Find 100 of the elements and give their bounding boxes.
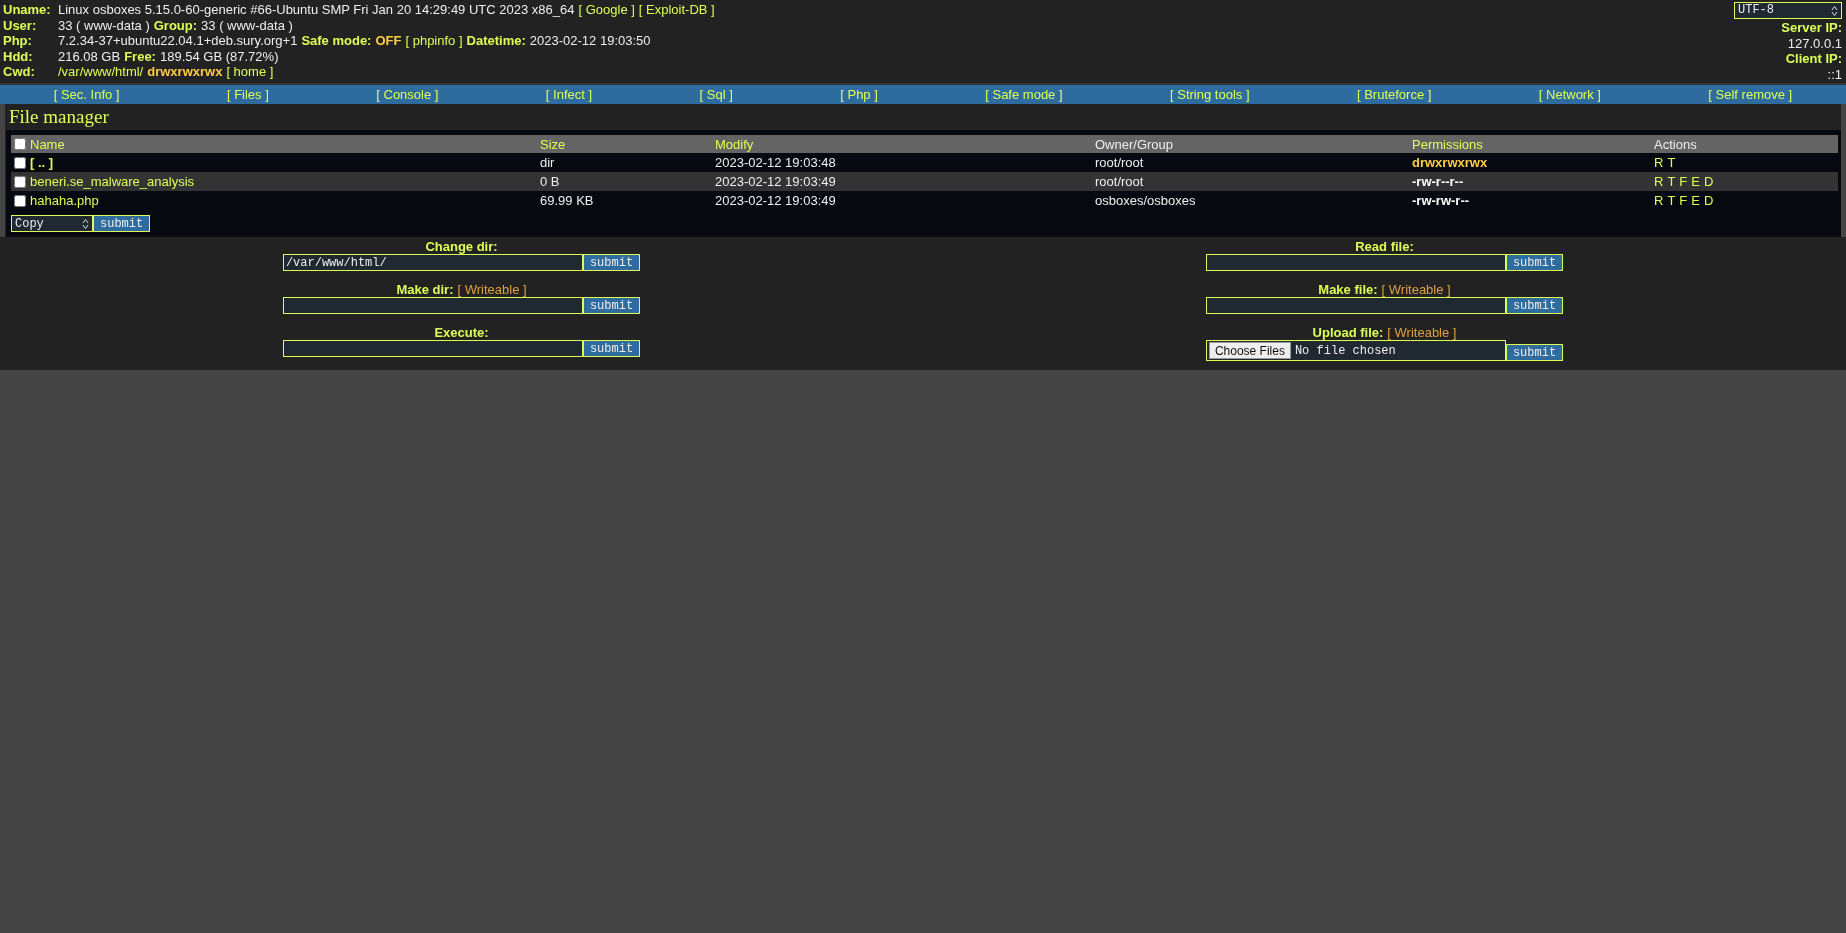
action-link[interactable]: E (1691, 193, 1700, 208)
nav-link[interactable]: [ Sql ] (699, 87, 733, 102)
row-checkbox[interactable] (14, 156, 26, 169)
submit-button[interactable]: submit (582, 254, 641, 271)
info-link[interactable]: [ Google ] (578, 2, 635, 18)
text-field[interactable] (282, 340, 583, 357)
info-link[interactable]: [ Exploit-DB ] (638, 2, 715, 18)
action-select[interactable]: Copy (11, 215, 93, 232)
nav-link[interactable]: [ Console ] (376, 87, 439, 102)
nav-link[interactable]: [ Infect ] (545, 87, 593, 102)
action-link[interactable]: D (1703, 193, 1714, 208)
nav-link[interactable]: [ Bruteforce ] (1356, 87, 1432, 102)
server-ip-value: 127.0.0.1 (1787, 35, 1842, 51)
nav-link[interactable]: [ Safe mode ] (985, 87, 1063, 102)
permission-string[interactable]: -rw-rw-r-- (1412, 193, 1470, 208)
text-field[interactable] (1205, 297, 1506, 314)
info-label: Group: (153, 17, 198, 33)
form-label: Execute: (434, 326, 489, 340)
file-status-text: No file chosen (1294, 343, 1396, 358)
info-value: 189.54 GB (87.72%) (159, 48, 279, 64)
row-checkbox[interactable] (14, 175, 26, 188)
up-down-arrow-icon (1831, 4, 1838, 17)
form-label: Make dir: (396, 283, 454, 297)
info-value: 2023-02-12 19:03:50 (529, 33, 651, 49)
form-label: Make file: (1318, 283, 1378, 297)
info-label: Safe mode: (301, 33, 372, 49)
date-text: 2023-02-12 19:03:49 (715, 193, 836, 208)
up-down-arrow-icon (82, 217, 89, 230)
select-all-checkbox[interactable] (14, 138, 26, 150)
info-value: 33 ( www-data ) (58, 17, 150, 33)
file-input-field[interactable]: Choose Files No file chosen (1205, 340, 1506, 361)
owner-text: osboxes/osboxes (1095, 193, 1196, 208)
size-text: dir (540, 155, 555, 170)
text-field[interactable] (1205, 254, 1506, 271)
size-text: 0 B (540, 174, 560, 189)
date-text: 2023-02-12 19:03:48 (715, 155, 836, 170)
permission-string[interactable]: drwxrwxrwx (1412, 155, 1488, 170)
sort-link[interactable]: Size (540, 136, 566, 152)
server-ip-label: Server IP: (1781, 20, 1842, 36)
permission-string[interactable]: -rw-r--r-- (1412, 174, 1464, 189)
status-text: drwxrwxrwx (147, 64, 223, 80)
submit-button[interactable]: submit (582, 297, 641, 314)
info-value: 33 ( www-data ) (201, 17, 293, 33)
status-text: OFF (375, 33, 402, 49)
column-header: Owner/Group (1095, 136, 1174, 152)
info-label: User: (3, 17, 38, 33)
submit-button[interactable]: submit (1505, 297, 1564, 314)
form-label: Change dir: (425, 240, 498, 254)
action-link[interactable]: E (1691, 174, 1700, 189)
submit-button[interactable]: submit (1505, 344, 1564, 361)
nav-link[interactable]: [ Files ] (226, 87, 269, 102)
action-link[interactable]: D (1703, 174, 1714, 189)
client-ip-value: ::1 (1827, 66, 1842, 82)
action-link[interactable]: F (1679, 193, 1688, 208)
sort-link[interactable]: Permissions (1412, 136, 1483, 152)
nav-link[interactable]: [ Sec. Info ] (53, 87, 120, 102)
charset-select[interactable]: UTF-8 (1734, 2, 1842, 19)
nav-link[interactable]: [ String tools ] (1170, 87, 1250, 102)
action-link[interactable]: F (1679, 174, 1688, 189)
action-link[interactable]: T (1667, 174, 1676, 189)
nav-link[interactable]: [ Network ] (1538, 87, 1601, 102)
writeable-link[interactable]: [ Writeable ] (1387, 326, 1457, 340)
submit-button[interactable]: submit (93, 215, 151, 232)
info-value: 7.2.34-37+ubuntu22.04.1+deb.sury.org+1 (58, 33, 298, 49)
action-link[interactable]: R (1654, 155, 1664, 170)
submit-button[interactable]: submit (1505, 254, 1564, 271)
form-label: Upload file: (1312, 326, 1384, 340)
info-label: Free: (124, 48, 156, 64)
action-link[interactable]: T (1667, 193, 1676, 208)
info-label: Cwd: (3, 64, 36, 80)
owner-text: root/root (1095, 174, 1144, 189)
text-field[interactable] (282, 297, 583, 314)
submit-button[interactable]: submit (582, 340, 641, 357)
writeable-link[interactable]: [ Writeable ] (457, 283, 527, 297)
info-label: Php: (3, 33, 33, 49)
action-link[interactable]: T (1667, 155, 1676, 170)
size-text: 69.99 KB (540, 193, 594, 208)
client-ip-label: Client IP: (1785, 51, 1842, 67)
info-link[interactable]: /var/www/html/ (58, 64, 144, 80)
owner-text: root/root (1095, 155, 1144, 170)
file-name-link[interactable]: hahaha.php (30, 193, 99, 208)
date-text: 2023-02-12 19:03:49 (715, 174, 836, 189)
nav-link[interactable]: [ Self remove ] (1708, 87, 1793, 102)
info-value: 216.08 GB (58, 48, 121, 64)
action-link[interactable]: R (1654, 193, 1664, 208)
nav-link[interactable]: [ Php ] (840, 87, 878, 102)
writeable-link[interactable]: [ Writeable ] (1381, 283, 1451, 297)
file-name-link[interactable]: [ .. ] (30, 155, 54, 170)
form-label: Read file: (1355, 240, 1414, 254)
info-value: Linux osboxes 5.15.0-60-generic #66-Ubuntu SMP Fri Jan 20 14:29:49 UTC 2023 x86_64 (58, 2, 575, 18)
file-name-link[interactable]: beneri.se_malware_analysis (30, 174, 195, 189)
info-label: Hdd: (3, 48, 34, 64)
choose-files-button[interactable]: Choose Files (1208, 342, 1291, 359)
info-link[interactable]: [ home ] (226, 64, 274, 80)
text-field[interactable]: /var/www/html/ (282, 254, 583, 271)
sort-link[interactable]: Modify (715, 136, 754, 152)
action-link[interactable]: R (1654, 174, 1664, 189)
row-checkbox[interactable] (14, 194, 26, 207)
info-link[interactable]: [ phpinfo ] (405, 33, 463, 49)
sort-link[interactable]: Name (30, 136, 65, 152)
